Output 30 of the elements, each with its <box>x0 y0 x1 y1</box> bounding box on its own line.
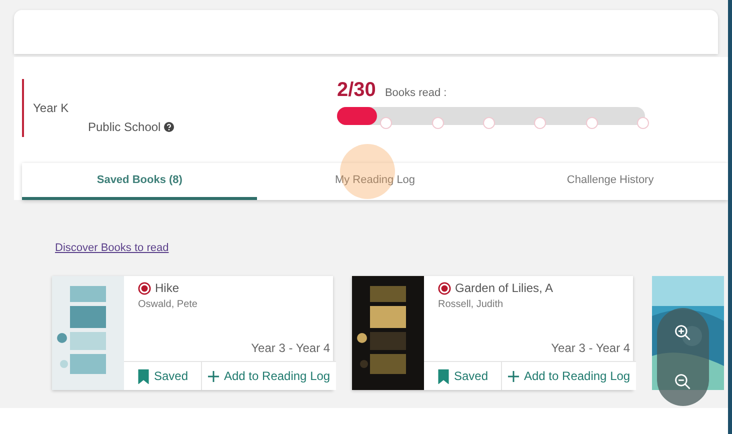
book-title: Garden of Lilies, A <box>455 281 554 295</box>
school-name: Public School <box>88 120 161 134</box>
status-icon <box>138 282 151 294</box>
plus-icon <box>208 370 219 382</box>
tab[interactable]: Saved Books (8) <box>22 163 258 200</box>
year-range: Year 3 - Year 4 <box>551 341 630 355</box>
year-range: Year 3 - Year 4 <box>251 341 330 355</box>
milestone-dot <box>534 117 546 129</box>
plus-icon <box>508 370 519 382</box>
book-author: Oswald, Pete <box>137 298 198 310</box>
books-read-label: Books read : <box>384 87 447 99</box>
tab[interactable]: Challenge History <box>492 163 728 200</box>
saved-button[interactable]: Saved <box>424 362 502 390</box>
help-icon[interactable] <box>164 122 174 132</box>
add-to-reading-log-button[interactable]: Add to Reading Log <box>202 362 336 390</box>
milestone-dot <box>586 117 598 129</box>
milestone-dot <box>483 117 495 129</box>
milestone-dot <box>380 117 392 129</box>
add-to-reading-log-button[interactable]: Add to Reading Log <box>502 362 636 390</box>
zoom-out-icon[interactable] <box>674 372 692 390</box>
class-year: Year K <box>33 101 70 115</box>
book-author: Rossell, Judith <box>437 298 504 310</box>
status-icon <box>438 282 451 294</box>
milestone-dot <box>432 117 444 129</box>
books-read-count: 2/30 <box>337 79 376 102</box>
zoom-in-icon[interactable] <box>674 324 692 342</box>
saved-button[interactable]: Saved <box>124 362 202 390</box>
milestone-dot <box>637 117 649 129</box>
discover-books-link[interactable]: Discover Books to read <box>55 242 169 254</box>
book-title: Hike <box>155 281 180 295</box>
